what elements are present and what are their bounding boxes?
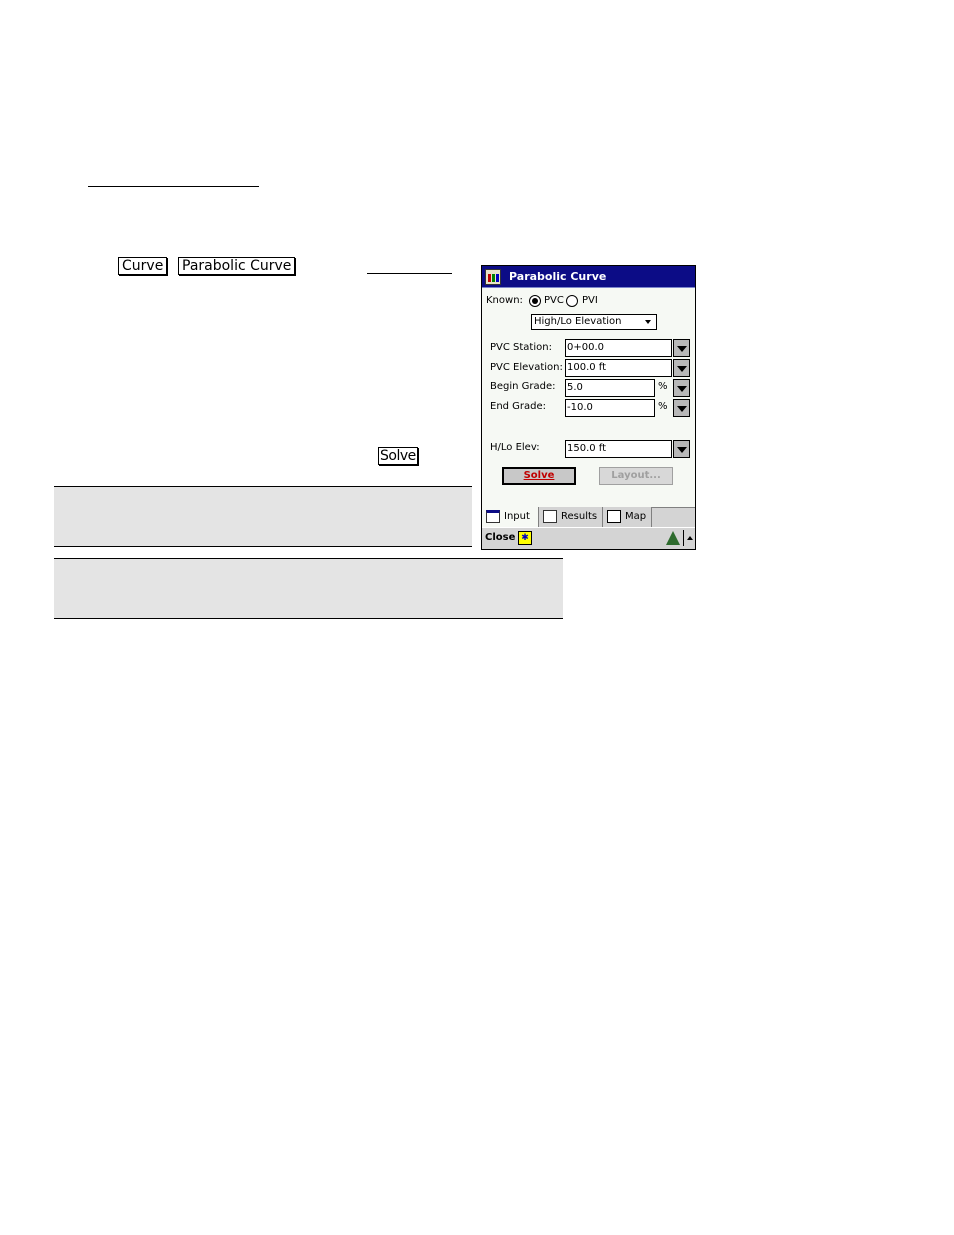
end-grade-input[interactable]: -10.0 [565,399,655,417]
command-bar-separator [683,530,684,546]
map-icon [607,510,621,523]
mode-select-value: High/Lo Elevation [534,316,622,327]
tab-input-label: Input [504,511,530,522]
note-box-2 [54,558,563,619]
hilo-elev-input[interactable]: 150.0 ft [565,440,672,458]
tab-results[interactable]: Results [539,507,603,527]
layout-button: Layout... [599,467,673,485]
tab-input[interactable]: Input [482,507,539,527]
begin-grade-dropdown-button[interactable] [673,379,690,397]
command-bar: Close ✱ [482,527,695,549]
chevron-down-icon [645,320,651,324]
pvc-elevation-label: PVC Elevation: [490,362,563,373]
tab-map[interactable]: Map [603,507,652,527]
input-form-icon [486,510,500,523]
link-underline [367,273,452,274]
known-pvc-label[interactable]: PVC [544,294,564,308]
heading-underline [88,186,259,187]
known-pvi-label[interactable]: PVI [582,294,598,308]
pvc-elevation-dropdown-button[interactable] [673,359,690,377]
solve-button[interactable]: Solve [502,467,576,485]
hilo-elev-dropdown-button[interactable] [673,440,690,458]
end-grade-unit: % [658,401,668,412]
results-document-icon [543,510,557,523]
title-bar: Parabolic Curve [482,266,695,288]
app-icon [485,269,501,285]
tab-results-label: Results [561,511,598,522]
end-grade-label: End Grade: [490,401,547,412]
device-screen: Parabolic Curve Known: PVC PVI High/Lo E… [481,265,696,550]
sip-up-arrow-icon[interactable] [687,536,693,540]
connection-status-icon[interactable] [666,531,680,545]
begin-grade-label: Begin Grade: [490,381,556,392]
hilo-elev-label: H/Lo Elev: [490,442,540,453]
parabolic-curve-key: Parabolic Curve [178,257,296,275]
close-button[interactable]: Close [485,532,515,543]
known-pvc-radio[interactable] [529,295,541,307]
keyboard-sip-icon[interactable]: ✱ [518,531,532,545]
tab-strip: Input Results Map [482,507,695,527]
pvc-station-dropdown-button[interactable] [673,339,690,357]
begin-grade-unit: % [658,381,668,392]
pvc-elevation-input[interactable]: 100.0 ft [565,359,672,377]
mode-select[interactable]: High/Lo Elevation [531,314,657,330]
known-label: Known: [486,295,523,306]
tab-map-label: Map [625,511,647,522]
known-pvi-radio[interactable] [566,295,578,307]
begin-grade-input[interactable]: 5.0 [565,379,655,397]
curve-key: Curve [118,257,168,275]
pvc-station-label: PVC Station: [490,342,552,353]
window-title: Parabolic Curve [509,270,607,283]
solve-key: Solve [378,447,418,465]
pvc-station-input[interactable]: 0+00.0 [565,339,672,357]
note-box-1 [54,486,472,547]
end-grade-dropdown-button[interactable] [673,399,690,417]
